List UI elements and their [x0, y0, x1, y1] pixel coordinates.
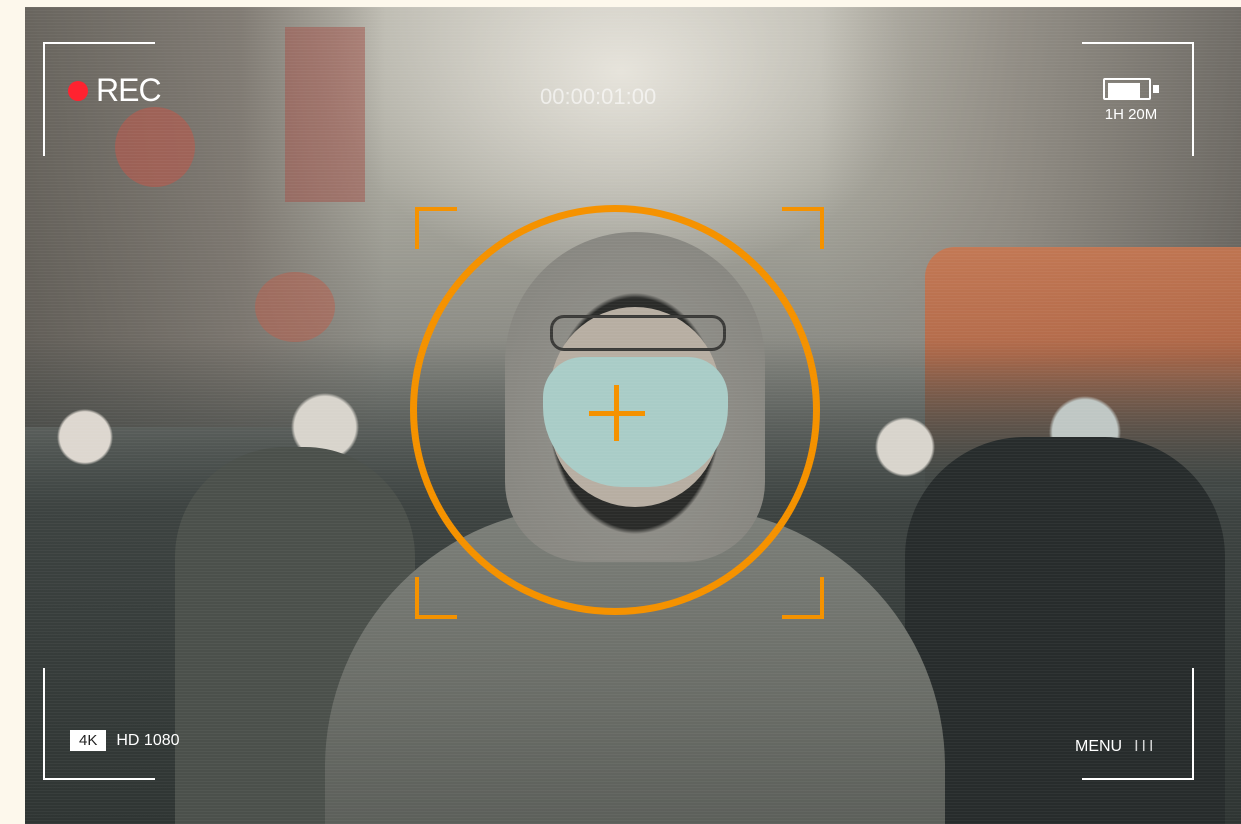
menu-label: MENU	[1075, 738, 1123, 755]
focus-bracket-bottom-left	[415, 577, 457, 619]
timecode: 00:00:01:00	[540, 84, 657, 109]
menu-button[interactable]: MENU III	[1075, 738, 1156, 756]
resolution-label: HD 1080	[116, 731, 180, 749]
frame-corner-bottom-left	[43, 668, 155, 780]
battery-status: 1H 20M	[1090, 78, 1172, 123]
rec-indicator: REC	[68, 72, 162, 109]
resolution-badge: 4K	[70, 730, 107, 751]
crosshair-icon	[589, 385, 645, 441]
focus-bracket-bottom-right	[782, 577, 824, 619]
rec-label: REC	[96, 72, 162, 108]
battery-icon	[1103, 78, 1159, 102]
resolution-indicator: 4K HD 1080	[70, 730, 180, 751]
battery-time-remaining: 1H 20M	[1104, 106, 1158, 123]
rec-dot-icon	[68, 80, 88, 101]
focus-bracket-top-right	[782, 207, 824, 249]
menu-bars-icon: III	[1134, 738, 1157, 755]
focus-bracket-top-left	[415, 207, 457, 249]
frame-corner-bottom-right	[1082, 668, 1194, 780]
